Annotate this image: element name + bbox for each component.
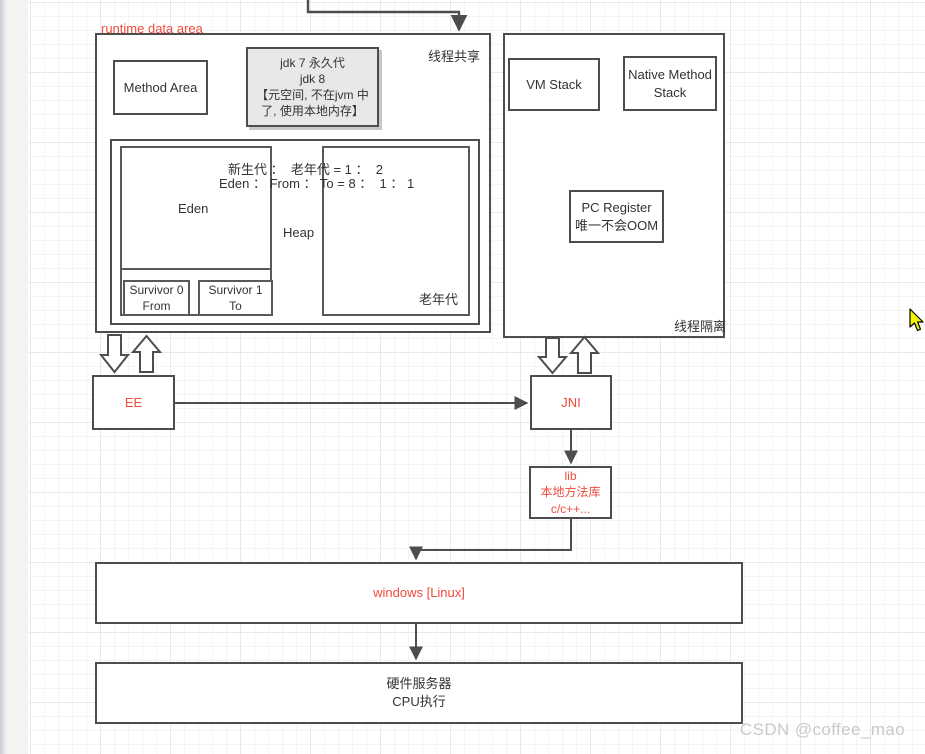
- operating-system-box[interactable]: windows [Linux]: [95, 562, 743, 624]
- thread-isolated-label: 线程隔离: [674, 319, 727, 334]
- old-generation-label: 老年代: [419, 292, 459, 307]
- method-area-box[interactable]: Method Area: [113, 60, 208, 115]
- operating-system-label: windows [Linux]: [373, 585, 465, 601]
- survivor-1-box[interactable]: Survivor 1 To: [198, 280, 273, 316]
- eden-label: Eden: [178, 201, 209, 216]
- watermark: CSDN @coffee_mao: [739, 720, 905, 739]
- metaspace-box[interactable]: jdk 7 永久代 jdk 8 【元空间, 不在jvm 中 了, 使用本地内存】: [246, 47, 379, 127]
- vm-stack-box[interactable]: VM Stack: [508, 58, 600, 111]
- native-library-box[interactable]: lib 本地方法库 c/c++...: [529, 466, 612, 519]
- heap-label: Heap: [283, 225, 315, 240]
- window-gutter: [0, 0, 28, 754]
- pc-register-box[interactable]: PC Register 唯一不会OOM: [569, 190, 664, 243]
- execution-engine-box[interactable]: EE: [92, 375, 175, 430]
- generation-ratio-line-2: Eden ： From ： To = 8 ： 1 ： 1: [219, 176, 415, 191]
- gutter-edge: [0, 0, 6, 754]
- execution-engine-label: EE: [124, 394, 143, 410]
- hardware-box[interactable]: 硬件服务器 CPU执行: [95, 662, 743, 724]
- thread-shared-label: 线程共享: [428, 49, 481, 64]
- native-method-stack-box[interactable]: Native Method Stack: [623, 56, 717, 111]
- mouse-cursor: [909, 308, 924, 332]
- survivor-0-box[interactable]: Survivor 0 From: [123, 280, 190, 316]
- jni-label: JNI: [561, 394, 581, 410]
- jni-box[interactable]: JNI: [530, 375, 612, 430]
- native-library-label: lib 本地方法库 c/c++...: [540, 469, 601, 516]
